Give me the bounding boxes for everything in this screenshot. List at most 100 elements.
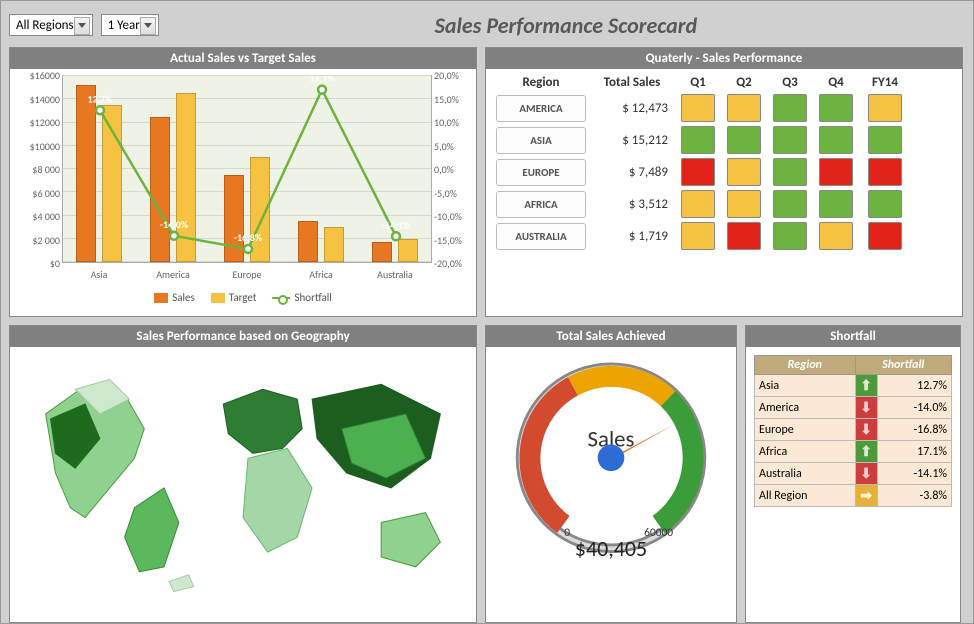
gauge-svg: Sales 0 60000 xyxy=(501,353,721,553)
shortfall-row: All Region➡-3.8% xyxy=(755,485,952,507)
status-box xyxy=(681,94,715,122)
status-box xyxy=(868,222,902,250)
status-box xyxy=(819,126,853,154)
trend-arrow-icon: ⬇ xyxy=(855,463,877,485)
panel-shortfall: Shortfall Region Shortfall Asia⬆12.7%Ame… xyxy=(745,325,961,623)
shortfall-region: All Region xyxy=(755,485,856,507)
status-box xyxy=(681,190,715,218)
dashboard-root: All Regions 1 Year Sales Performance Sco… xyxy=(0,0,974,624)
panel-geo-map: Sales Performance based on Geography xyxy=(9,325,477,623)
x-axis-label: America xyxy=(143,268,203,281)
quarterly-row: AMERICA $ 12,473 xyxy=(496,94,952,122)
gauge: Sales 0 60000 $40,405 xyxy=(486,347,736,562)
panel-title-shortfall: Shortfall xyxy=(746,326,960,347)
quarterly-row: EUROPE $ 7,489 xyxy=(496,158,952,186)
shortfall-line: 12,7% -14,0% -16,8% 17,1% -14,1% xyxy=(63,76,431,262)
status-box xyxy=(819,94,853,122)
svg-text:-14,1%: -14,1% xyxy=(382,218,411,231)
legend-shortfall: Shortfall xyxy=(272,291,331,304)
status-box xyxy=(727,126,761,154)
status-box xyxy=(819,190,853,218)
region-cell[interactable]: AUSTRALIA xyxy=(496,223,586,250)
x-axis-label: Europe xyxy=(217,268,277,281)
x-axis-label: Australia xyxy=(365,268,425,281)
shortfall-row: America⬇-14.0% xyxy=(755,397,952,419)
quarterly-row: AFRICA $ 3,512 xyxy=(496,190,952,218)
shortfall-value: 17.1% xyxy=(877,441,951,463)
svg-text:60000: 60000 xyxy=(644,526,673,540)
trend-arrow-icon: ⬇ xyxy=(855,419,877,441)
status-box xyxy=(868,190,902,218)
region-cell[interactable]: AMERICA xyxy=(496,95,586,122)
shortfall-row: Europe⬇-16.8% xyxy=(755,419,952,441)
x-axis-label: Africa xyxy=(291,268,351,281)
panel-grid: Actual Sales vs Target Sales 12,7% -14,0%… xyxy=(9,47,965,623)
total-sales-cell: $ 3,512 xyxy=(592,197,672,212)
trend-arrow-icon: ⬆ xyxy=(855,375,877,397)
region-cell[interactable]: ASIA xyxy=(496,127,586,154)
total-sales-cell: $ 7,489 xyxy=(592,165,672,180)
bottom-row: Sales Performance based on Geography xyxy=(9,325,963,623)
svg-text:-14,0%: -14,0% xyxy=(160,218,189,231)
shortfall-value: -14.0% xyxy=(877,397,951,419)
panel-title-geo: Sales Performance based on Geography xyxy=(10,326,476,347)
quarterly-row: ASIA $ 15,212 xyxy=(496,126,952,154)
panel-title-gauge: Total Sales Achieved xyxy=(486,326,736,347)
panel-quarterly: Quaterly - Sales Performance Region Tota… xyxy=(485,47,963,317)
period-filter-dropdown[interactable]: 1 Year xyxy=(101,14,159,36)
status-box xyxy=(773,222,807,250)
status-box xyxy=(819,222,853,250)
trend-arrow-icon: ⬆ xyxy=(855,441,877,463)
status-box xyxy=(681,222,715,250)
total-sales-cell: $ 15,212 xyxy=(592,133,672,148)
region-filter-dropdown[interactable]: All Regions xyxy=(9,14,93,36)
svg-text:12,7%: 12,7% xyxy=(87,92,113,105)
trend-arrow-icon: ➡ xyxy=(855,485,877,507)
quarterly-header: Region Total Sales Q1 Q2 Q3 Q4 FY14 xyxy=(496,75,952,90)
panel-bar-chart: Actual Sales vs Target Sales 12,7% -14,0%… xyxy=(9,47,477,317)
gauge-value: $40,405 xyxy=(575,535,647,562)
total-sales-cell: $ 1,719 xyxy=(592,229,672,244)
shortfall-region: America xyxy=(755,397,856,419)
trend-arrow-icon: ⬇ xyxy=(855,397,877,419)
panel-title-bar: Actual Sales vs Target Sales xyxy=(10,48,476,69)
shortfall-value: -16.8% xyxy=(877,419,951,441)
quarterly-table: Region Total Sales Q1 Q2 Q3 Q4 FY14 AMER… xyxy=(486,69,962,260)
region-cell[interactable]: AFRICA xyxy=(496,191,586,218)
svg-text:0: 0 xyxy=(564,526,570,540)
shortfall-value: 12.7% xyxy=(877,375,951,397)
status-box xyxy=(681,126,715,154)
status-box xyxy=(681,158,715,186)
shortfall-region: Europe xyxy=(755,419,856,441)
legend-sales: Sales xyxy=(154,291,195,304)
status-box xyxy=(868,94,902,122)
shortfall-row: Australia⬇-14.1% xyxy=(755,463,952,485)
svg-text:-16,8%: -16,8% xyxy=(234,231,263,244)
shortfall-value: -14.1% xyxy=(877,463,951,485)
status-box xyxy=(773,190,807,218)
shortfall-row: Asia⬆12.7% xyxy=(755,375,952,397)
svg-text:17,1%: 17,1% xyxy=(309,76,335,85)
status-box xyxy=(727,222,761,250)
panel-gauge: Total Sales Achieved Sales 0 60000 xyxy=(485,325,737,623)
region-cell[interactable]: EUROPE xyxy=(496,159,586,186)
bar-legend: Sales Target Shortfall xyxy=(10,287,476,310)
panel-title-quarterly: Quaterly - Sales Performance xyxy=(486,48,962,69)
status-box xyxy=(773,94,807,122)
shortfall-region: Africa xyxy=(755,441,856,463)
status-box xyxy=(727,158,761,186)
world-map-svg xyxy=(16,353,470,613)
status-box xyxy=(819,158,853,186)
page-title: Sales Performance Scorecard xyxy=(167,12,965,39)
world-map xyxy=(10,347,476,619)
legend-target: Target xyxy=(211,291,257,304)
x-axis-label: Asia xyxy=(69,268,129,281)
shortfall-value: -3.8% xyxy=(877,485,951,507)
bar-chart: 12,7%-14,0%-16,8%17,1%-14,1%$0$2 000$4 0… xyxy=(10,69,476,287)
quarterly-row: AUSTRALIA $ 1,719 xyxy=(496,222,952,250)
status-box xyxy=(868,126,902,154)
status-box xyxy=(868,158,902,186)
shortfall-row: Africa⬆17.1% xyxy=(755,441,952,463)
total-sales-cell: $ 12,473 xyxy=(592,101,672,116)
header: All Regions 1 Year Sales Performance Sco… xyxy=(9,9,965,41)
